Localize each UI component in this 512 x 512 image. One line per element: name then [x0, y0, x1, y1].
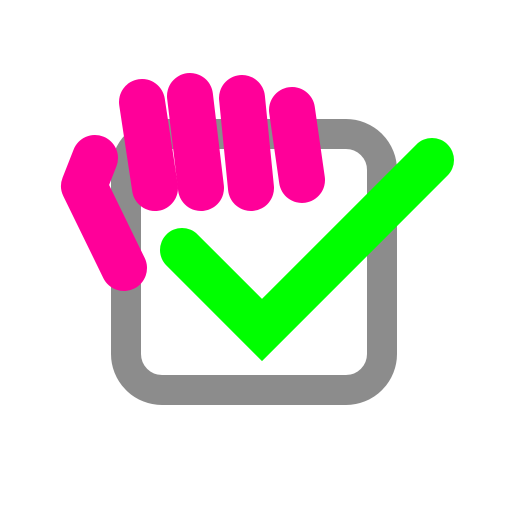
finger-index-icon — [119, 79, 178, 211]
finger-little-icon — [269, 87, 325, 203]
icon-canvas — [0, 0, 512, 512]
finger-ring-icon — [219, 75, 274, 211]
finger-middle-icon — [167, 73, 224, 211]
grab-checkbox-icon — [61, 73, 454, 405]
